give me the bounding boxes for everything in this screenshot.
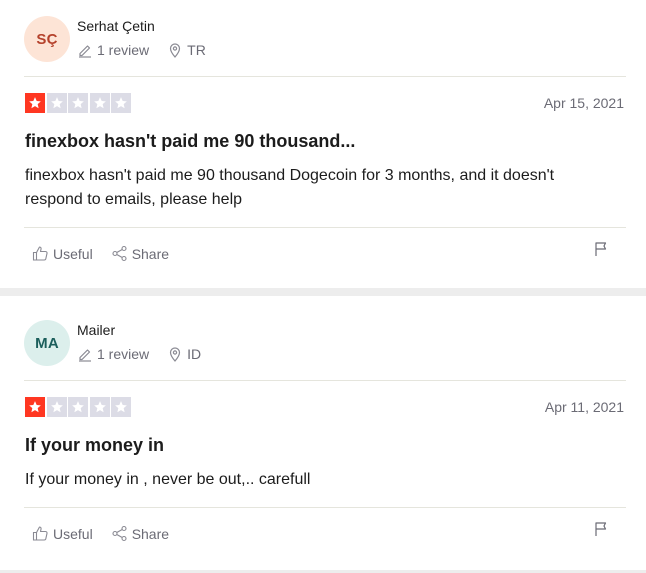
useful-label: Useful [53, 245, 93, 262]
thumbs-up-icon [32, 525, 49, 542]
reviewer-name[interactable]: Serhat Çetin [77, 18, 155, 34]
review-title[interactable]: finexbox hasn't paid me 90 thousand... [25, 131, 355, 152]
star-empty-icon [68, 397, 88, 417]
share-label: Share [131, 525, 170, 542]
star-empty-icon [89, 397, 110, 417]
review-date: Apr 15, 2021 [543, 95, 624, 111]
avatar[interactable]: SÇ [24, 16, 70, 62]
share-button[interactable]: Share [111, 245, 169, 262]
avatar[interactable]: MA [24, 320, 70, 366]
star-empty-icon [111, 93, 131, 113]
reviewer-meta: 1 review TR [77, 42, 206, 58]
flag-icon[interactable] [594, 521, 608, 537]
review-actions: Useful Share [32, 525, 169, 542]
review-card: SÇ Serhat Çetin 1 review TR Apr 15, 2021… [0, 0, 646, 288]
star-empty-icon [46, 397, 67, 417]
pencil-icon [77, 42, 93, 58]
star-rating [25, 397, 133, 417]
divider [24, 507, 626, 508]
divider [24, 76, 626, 77]
review-count: 1 review [97, 346, 150, 362]
star-filled-icon [25, 93, 45, 113]
reviewer-meta: 1 review ID [77, 346, 201, 362]
star-empty-icon [68, 93, 88, 113]
pencil-icon [77, 346, 93, 362]
country-code: TR [187, 42, 206, 58]
star-empty-icon [46, 93, 67, 113]
useful-label: Useful [53, 525, 93, 542]
divider [24, 227, 626, 228]
divider [24, 380, 626, 381]
star-empty-icon [89, 93, 110, 113]
useful-button[interactable]: Useful [32, 245, 93, 262]
review-actions: Useful Share [32, 245, 169, 262]
flag-icon[interactable] [594, 241, 608, 257]
location-pin-icon [167, 42, 183, 58]
star-empty-icon [111, 397, 131, 417]
reviewer-name[interactable]: Mailer [77, 322, 115, 338]
review-body: If your money in , never be out,.. caref… [25, 471, 311, 488]
review-count: 1 review [97, 42, 150, 58]
review-date: Apr 11, 2021 [544, 399, 624, 415]
useful-button[interactable]: Useful [32, 525, 93, 542]
location-pin-icon [167, 346, 183, 362]
star-filled-icon [25, 397, 45, 417]
share-label: Share [131, 245, 170, 262]
review-body: finexbox hasn't paid me 90 thousand Doge… [25, 167, 555, 208]
share-icon [111, 245, 128, 262]
review-card: MA Mailer 1 review ID Apr 11, 2021 If yo… [0, 296, 646, 570]
share-icon [111, 525, 128, 542]
country-code: ID [187, 346, 202, 362]
thumbs-up-icon [32, 245, 49, 262]
review-title[interactable]: If your money in [25, 435, 164, 456]
share-button[interactable]: Share [111, 525, 169, 542]
star-rating [25, 93, 133, 113]
